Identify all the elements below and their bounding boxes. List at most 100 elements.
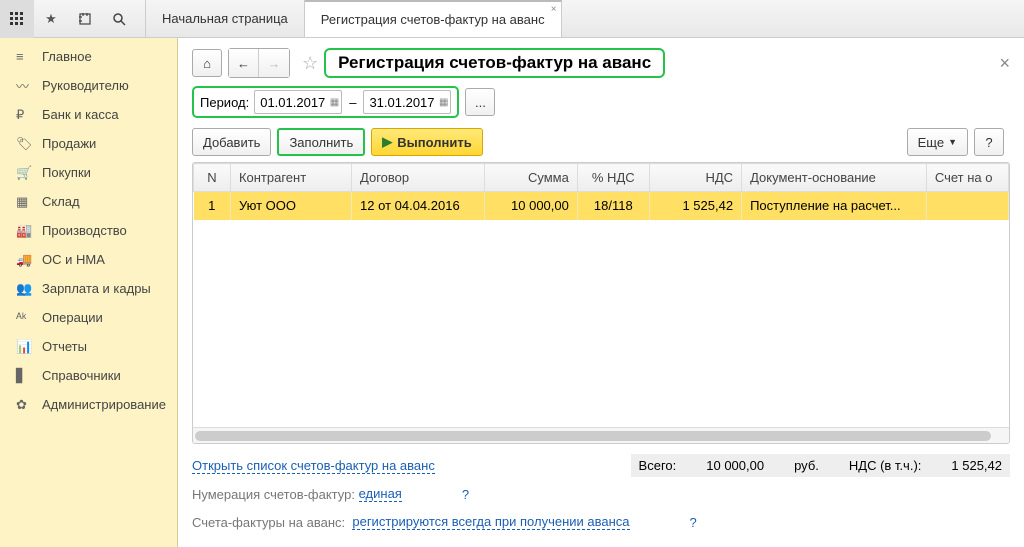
sidebar-item-warehouse[interactable]: ▦ Склад [0, 187, 177, 216]
pulse-icon: 〰 [16, 76, 34, 95]
sidebar-item-production[interactable]: 🏭Производство [0, 216, 177, 245]
horizontal-scrollbar[interactable] [193, 427, 1009, 443]
table-row[interactable]: 1 Уют ООО 12 от 04.04.2016 10 000,00 18/… [194, 192, 1009, 220]
top-toolbar: ★ Начальная страница Регистрация счетов-… [0, 0, 1024, 38]
table-header-row: N Контрагент Договор Сумма % НДС НДС Док… [194, 164, 1009, 192]
invoices-mode-label: Счета-фактуры на аванс: [192, 515, 345, 530]
tab-label: Регистрация счетов-фактур на аванс [321, 12, 545, 27]
col-sum[interactable]: Сумма [485, 164, 577, 192]
sidebar-label: Склад [42, 194, 80, 209]
sidebar-item-sales[interactable]: 🏷 Продажи [0, 129, 177, 158]
footer: Открыть список счетов-фактур на аванс Вс… [192, 444, 1010, 539]
help-button[interactable]: ? [974, 128, 1004, 156]
page-title: Регистрация счетов-фактур на аванс [324, 48, 665, 78]
chevron-down-icon: ▼ [948, 137, 957, 147]
add-button[interactable]: Добавить [192, 128, 271, 156]
date-to-input[interactable]: 31.01.2017 ▦ [363, 90, 451, 114]
sidebar-item-admin[interactable]: ✿ Администрирование [0, 390, 177, 419]
col-n[interactable]: N [194, 164, 231, 192]
col-vat-pct[interactable]: % НДС [577, 164, 649, 192]
total-value: 10 000,00 [706, 458, 764, 473]
sidebar-label: ОС и НМА [42, 252, 105, 267]
sidebar-label: Продажи [42, 136, 96, 151]
tab-start-page[interactable]: Начальная страница [146, 0, 305, 37]
cell-contract: 12 от 04.04.2016 [352, 192, 485, 220]
close-page-button[interactable]: × [999, 53, 1010, 74]
execute-button[interactable]: ▶ Выполнить [371, 128, 482, 156]
cell-sum: 10 000,00 [485, 192, 577, 220]
chart-icon: 📊 [16, 339, 34, 355]
nds-value: 1 525,42 [951, 458, 1002, 473]
period-row: Период: 01.01.2017▦ – 31.01.2017▦ ... [192, 86, 1010, 118]
gear-icon: ✿ [16, 397, 34, 413]
sidebar: ≡Главное 〰 Руководителю ₽ Банк и касса 🏷 Пр… [0, 38, 178, 547]
ops-icon: ᴬᵏ [16, 310, 34, 325]
history-icon[interactable] [68, 0, 102, 38]
calendar-icon[interactable]: ▦ [330, 97, 339, 108]
play-icon: ▶ [382, 134, 392, 150]
numbering-link[interactable]: единая [359, 486, 402, 502]
sidebar-item-manager[interactable]: 〰 Руководителю [0, 71, 177, 100]
favorite-star-icon[interactable]: ☆ [302, 53, 318, 74]
sidebar-item-reports[interactable]: 📊 Отчеты [0, 332, 177, 361]
date-from-input[interactable]: 01.01.2017▦ [254, 90, 342, 114]
sidebar-label: Главное [42, 49, 92, 64]
col-account[interactable]: Счет на о [926, 164, 1008, 192]
factory-icon: 🏭 [16, 223, 34, 239]
sidebar-item-catalogs[interactable]: ▋ Справочники [0, 361, 177, 390]
sidebar-label: Банк и касса [42, 107, 119, 122]
sidebar-item-payroll[interactable]: 👥Зарплата и кадры [0, 274, 177, 303]
period-picker-button[interactable]: ... [465, 88, 495, 116]
sidebar-item-operations[interactable]: ᴬᵏ Операции [0, 303, 177, 332]
sidebar-label: Операции [42, 310, 103, 325]
search-icon[interactable] [102, 0, 136, 38]
home-button[interactable]: ⌂ [192, 49, 222, 77]
sidebar-label: Покупки [42, 165, 91, 180]
sidebar-label: Отчеты [42, 339, 87, 354]
col-counterparty[interactable]: Контрагент [230, 164, 351, 192]
more-button[interactable]: Еще ▼ [907, 128, 968, 156]
fill-button[interactable]: Заполнить [277, 128, 365, 156]
open-invoice-list-link[interactable]: Открыть список счетов-фактур на аванс [192, 458, 435, 474]
apps-icon[interactable] [0, 0, 34, 38]
cell-basis-doc: Поступление на расчет... [742, 192, 927, 220]
sidebar-label: Руководителю [42, 78, 129, 93]
invoices-mode-link[interactable]: регистрируются всегда при получении аван… [352, 514, 629, 530]
col-basis-doc[interactable]: Документ-основание [742, 164, 927, 192]
tab-registration[interactable]: Регистрация счетов-фактур на аванс × [305, 0, 562, 37]
button-label: Еще [918, 135, 944, 150]
people-icon: 👥 [16, 281, 34, 297]
sidebar-item-bank[interactable]: ₽ Банк и касса [0, 100, 177, 129]
sidebar-label: Администрирование [42, 397, 166, 412]
total-label: Всего: [639, 458, 677, 473]
tab-close-icon[interactable]: × [551, 4, 557, 15]
back-button[interactable]: ← [229, 49, 259, 77]
numbering-label: Нумерация счетов-фактур: [192, 487, 355, 502]
cell-vat-pct: 18/118 [577, 192, 649, 220]
book-icon: ▋ [16, 368, 34, 384]
sidebar-item-main[interactable]: ≡Главное [0, 42, 177, 71]
star-icon[interactable]: ★ [34, 0, 68, 38]
sidebar-item-purchases[interactable]: 🛒Покупки [0, 158, 177, 187]
page-header: ⌂ ← → ☆ Регистрация счетов-фактур на ава… [192, 48, 1010, 78]
currency-label: руб. [794, 458, 819, 473]
help-link[interactable]: ? [690, 515, 697, 530]
action-row: Добавить Заполнить ▶ Выполнить Еще ▼ ? [192, 128, 1010, 156]
button-label: Выполнить [397, 135, 471, 150]
date-separator: – [349, 95, 356, 110]
sidebar-item-assets[interactable]: 🚚ОС и НМА [0, 245, 177, 274]
totals-box: Всего: 10 000,00 руб. НДС (в т.ч.): 1 52… [631, 454, 1010, 477]
forward-button[interactable]: → [259, 49, 289, 77]
content: ⌂ ← → ☆ Регистрация счетов-фактур на ава… [178, 38, 1024, 547]
tag-icon: 🏷 [16, 136, 34, 152]
col-contract[interactable]: Договор [352, 164, 485, 192]
boxes-icon: ▦ [16, 194, 34, 210]
col-vat[interactable]: НДС [649, 164, 741, 192]
date-value: 31.01.2017 [369, 95, 434, 110]
data-table: N Контрагент Договор Сумма % НДС НДС Док… [192, 162, 1010, 444]
ruble-icon: ₽ [16, 107, 34, 123]
sidebar-label: Справочники [42, 368, 121, 383]
calendar-icon[interactable]: ▦ [439, 97, 448, 108]
help-link[interactable]: ? [462, 487, 469, 502]
cell-counterparty: Уют ООО [230, 192, 351, 220]
